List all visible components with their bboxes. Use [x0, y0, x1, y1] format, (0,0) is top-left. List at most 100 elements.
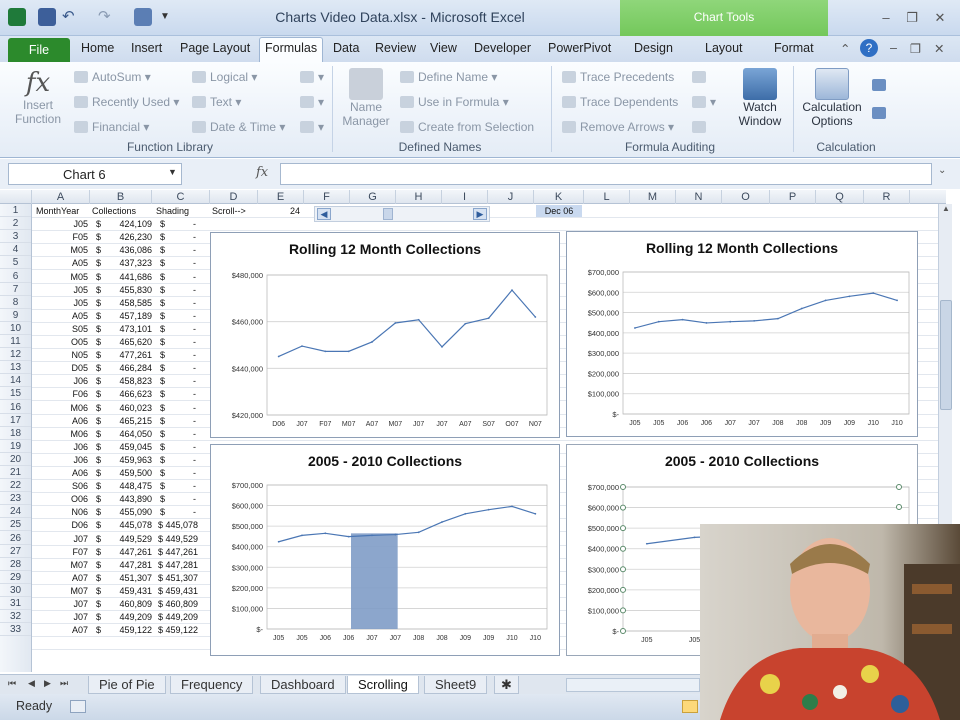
restore-icon[interactable]: ❐ [902, 10, 922, 26]
row-header[interactable]: 21 [0, 466, 31, 479]
cell-collections[interactable]: 455,830 [102, 284, 152, 297]
cell-shading[interactable]: - [168, 297, 196, 310]
more-functions-button[interactable]: ▾ [300, 120, 324, 134]
cell-shading[interactable]: - [168, 480, 196, 493]
cell-shading[interactable]: - [168, 231, 196, 244]
cell-shading[interactable]: - [168, 493, 196, 506]
column-header[interactable]: R [864, 190, 910, 204]
cell-shading[interactable]: - [168, 441, 196, 454]
cell-shading[interactable]: - [168, 415, 196, 428]
row-header[interactable]: 25 [0, 518, 31, 532]
cell-collections[interactable]: 459,963 [102, 454, 152, 467]
cell-dollar-sign[interactable]: $ [160, 297, 168, 310]
cell-dollar-sign[interactable]: $ [160, 231, 168, 244]
tab-file[interactable]: File [8, 38, 70, 62]
row-header[interactable]: 5 [0, 256, 31, 270]
close-icon[interactable]: ✕ [930, 10, 950, 26]
text-button[interactable]: Text ▾ [192, 95, 241, 109]
cell-monthyear[interactable]: M07 [32, 559, 88, 572]
cell-collections[interactable]: 449,209 [102, 611, 152, 624]
cell-shading[interactable]: - [168, 257, 196, 270]
cell-shading[interactable]: $ 459,122 [158, 624, 214, 637]
row-header[interactable]: 9 [0, 309, 31, 322]
chart-2005-2010-shaded[interactable]: 2005 - 2010 Collections $700,000 $600,000… [210, 444, 560, 656]
calculate-now-button[interactable] [872, 78, 890, 92]
cell-dollar-sign[interactable]: $ [160, 244, 168, 257]
cell-monthyear[interactable]: A05 [32, 257, 88, 270]
cell-dollar-sign[interactable]: $ [160, 388, 168, 401]
row-header[interactable]: 24 [0, 505, 31, 519]
normal-view-icon[interactable] [682, 700, 698, 713]
window-restore-icon[interactable]: ❐ [910, 41, 921, 56]
trace-dependents-button[interactable]: Trace Dependents [562, 95, 678, 109]
cell-shading[interactable]: - [168, 284, 196, 297]
cell-monthyear[interactable]: F06 [32, 388, 88, 401]
cell-dollar-sign[interactable]: $ [160, 310, 168, 323]
column-header[interactable]: C [152, 190, 210, 204]
cell-collections[interactable]: 437,323 [102, 257, 152, 270]
cell-shading[interactable]: $ 449,529 [158, 533, 214, 546]
cell-monthyear[interactable]: N06 [32, 506, 88, 519]
cell-monthyear[interactable]: J06 [32, 375, 88, 388]
cell-shading[interactable]: $ 445,078 [158, 519, 214, 532]
cell-dollar-sign[interactable]: $ [160, 467, 168, 480]
row-header[interactable]: 33 [0, 623, 31, 637]
sheet-tab-active[interactable]: Scrolling [347, 676, 419, 694]
cell-shading[interactable]: $ 451,307 [158, 572, 214, 585]
cell-collections[interactable]: 466,623 [102, 388, 152, 401]
cell-shading[interactable]: - [168, 402, 196, 415]
cell-collections[interactable]: 441,686 [102, 271, 152, 284]
cell-shading[interactable]: $ 460,809 [158, 598, 214, 611]
column-header[interactable]: Q [816, 190, 864, 204]
cell-collections[interactable]: 424,109 [102, 218, 152, 231]
calculate-sheet-button[interactable] [872, 106, 890, 120]
cell-collections[interactable]: 458,823 [102, 375, 152, 388]
cell-monthyear[interactable]: A07 [32, 572, 88, 585]
insert-function-button[interactable]: fx Insert Function [10, 68, 66, 138]
cell-collections[interactable]: 445,078 [102, 519, 152, 532]
cell-shading[interactable]: - [168, 362, 196, 375]
cell-monthyear[interactable]: A06 [32, 467, 88, 480]
row-header[interactable]: 2 [0, 217, 31, 231]
row-header[interactable]: 19 [0, 440, 31, 453]
cell-dollar-sign[interactable]: $ [160, 506, 168, 519]
scroll-left-arrow-icon[interactable]: ◀ [317, 208, 331, 220]
cell-monthyear[interactable]: N05 [32, 349, 88, 362]
cell-shading[interactable]: - [168, 218, 196, 231]
cell-monthyear[interactable]: M07 [32, 585, 88, 598]
chart-rolling-12-detail[interactable]: Rolling 12 Month Collections $480,000 $46… [210, 232, 560, 438]
cell-dollar-sign[interactable]: $ [160, 441, 168, 454]
cell-monthyear[interactable]: O05 [32, 336, 88, 349]
cell-collections[interactable]: 460,809 [102, 598, 152, 611]
define-name-button[interactable]: Define Name ▾ [400, 70, 497, 84]
fx-button[interactable]: fx [256, 165, 268, 180]
cell-dollar-sign[interactable]: $ [160, 480, 168, 493]
cell-dollar-sign[interactable]: $ [160, 402, 168, 415]
sheet-tab[interactable]: Pie of Pie [88, 676, 166, 694]
row-header[interactable]: 32 [0, 610, 31, 624]
cell-collections[interactable]: 457,189 [102, 310, 152, 323]
remove-arrows-button[interactable]: Remove Arrows ▾ [562, 120, 674, 134]
cell-collections[interactable]: 449,529 [102, 533, 152, 546]
row-header[interactable]: 1 [0, 204, 31, 217]
watch-window-button[interactable]: Watch Window [732, 68, 788, 138]
row-header[interactable]: 23 [0, 492, 31, 506]
row-header[interactable]: 30 [0, 584, 31, 597]
window-minimize-icon[interactable]: – [890, 41, 897, 55]
use-in-formula-button[interactable]: Use in Formula ▾ [400, 95, 509, 109]
cell-shading[interactable]: - [168, 349, 196, 362]
row-header[interactable]: 16 [0, 401, 31, 414]
cell-dollar-sign[interactable]: $ [160, 362, 168, 375]
column-header[interactable]: I [442, 190, 488, 204]
row-header[interactable]: 27 [0, 545, 31, 558]
next-sheet-icon[interactable]: ▶ [44, 678, 51, 689]
row-header[interactable]: 18 [0, 427, 31, 440]
sheet-tab[interactable]: Dashboard [260, 676, 346, 694]
row-header[interactable]: 4 [0, 243, 31, 257]
cell-dollar-sign[interactable]: $ [160, 284, 168, 297]
select-all-corner[interactable] [0, 190, 32, 204]
show-formulas-button[interactable] [692, 70, 710, 84]
cell-collections[interactable]: 465,620 [102, 336, 152, 349]
macro-record-icon[interactable] [70, 700, 86, 713]
cell-shading[interactable]: - [168, 428, 196, 441]
